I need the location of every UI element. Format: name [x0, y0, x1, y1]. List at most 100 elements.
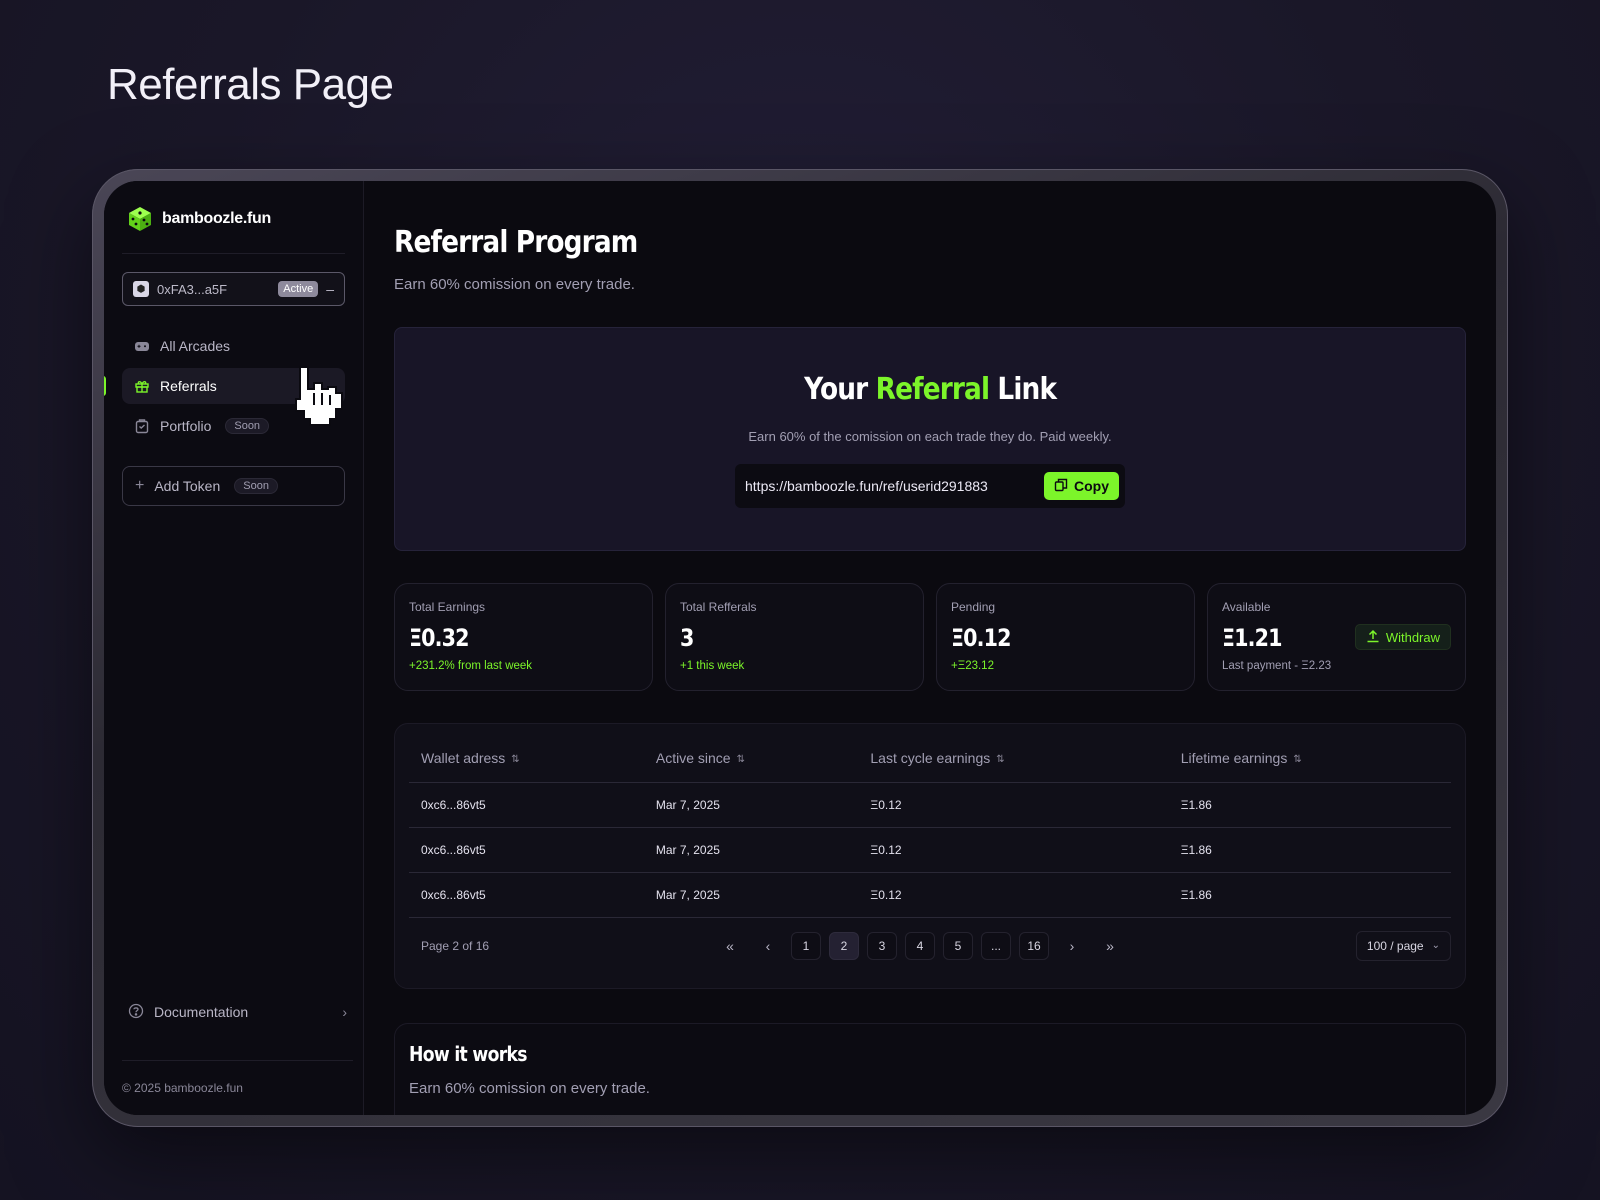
pagination-buttons: « ‹ 1 2 3 4 5 ... 16 › »	[715, 931, 1125, 960]
how-it-works-subtitle: Earn 60% comission on every trade.	[409, 1079, 650, 1097]
main-content: Referral Program Earn 60% comission on e…	[364, 181, 1496, 1115]
copy-button[interactable]: Copy	[1044, 472, 1119, 500]
table-row[interactable]: 0xc6...86vt5 Mar 7, 2025 Ξ0.12 Ξ1.86	[409, 827, 1451, 873]
sidebar-item-label: Referrals	[160, 378, 217, 394]
add-token-label: Add Token	[154, 478, 221, 494]
sort-icon[interactable]: ⇅	[1293, 754, 1301, 765]
table-cell: Ξ0.12	[858, 827, 1169, 873]
documentation-link[interactable]: Documentation ›	[122, 995, 353, 1029]
per-page-select[interactable]: 100 / page ⌄	[1355, 930, 1451, 961]
page-subtitle: Earn 60% comission on every trade.	[394, 276, 635, 293]
stat-note: +1 this week	[680, 660, 745, 672]
stat-card-total-referrals: Total Refferals 3 +1 this week	[665, 583, 924, 691]
wallet-collapse-icon[interactable]: –	[326, 281, 334, 297]
table-cell: Ξ1.86	[1168, 827, 1451, 873]
divider	[122, 253, 345, 254]
referrals-table: Wallet adress ⇅ Active since ⇅ Last cycle …	[409, 734, 1451, 918]
table-cell: 0xc6...86vt5	[409, 782, 644, 828]
documentation-label: Documentation	[154, 1004, 249, 1020]
page-button-2[interactable]: 2	[829, 931, 859, 960]
column-header-wallet[interactable]: Wallet adress ⇅	[409, 734, 644, 783]
table-cell: 0xc6...86vt5	[409, 872, 644, 918]
chevron-down-icon: ⌄	[1431, 940, 1440, 951]
stat-note: Last payment - Ξ2.23	[1222, 660, 1332, 672]
page-button-3[interactable]: 3	[867, 931, 897, 960]
referral-link-field[interactable]: https://bamboozle.fun/ref/userid291883 C…	[735, 464, 1125, 508]
referral-url: https://bamboozle.fun/ref/userid291883	[745, 478, 988, 494]
upload-icon	[1366, 629, 1380, 646]
table-cell: Ξ1.86	[1168, 782, 1451, 828]
tablet-frame: bamboozle.fun ⬢ 0xFA3...a5F Active – All…	[92, 169, 1508, 1127]
stat-card-total-earnings: Total Earnings Ξ0.32 +231.2% from last w…	[394, 583, 653, 691]
help-circle-icon	[128, 1003, 144, 1022]
column-header-lifetime[interactable]: Lifetime earnings ⇅	[1168, 734, 1451, 783]
pagination: Page 2 of 16 « ‹ 1 2 3 4 5 ... 16 › » 10…	[409, 918, 1451, 974]
page-title: Referral Program	[394, 225, 638, 260]
wallet-avatar-icon: ⬢	[133, 281, 149, 297]
table-header-row: Wallet adress ⇅ Active since ⇅ Last cycle …	[409, 734, 1451, 783]
first-page-button[interactable]: «	[715, 932, 745, 960]
table-cell: 0xc6...86vt5	[409, 827, 644, 873]
referral-card-description: Earn 60% of the comission on each trade …	[748, 429, 1112, 444]
page-button-1[interactable]: 1	[791, 931, 821, 960]
page-ellipsis[interactable]: ...	[981, 931, 1011, 960]
stat-note: +231.2% from last week	[409, 660, 533, 672]
stat-card-available: Available Ξ1.21 Last payment - Ξ2.23 Wit…	[1207, 583, 1466, 691]
app-screen: bamboozle.fun ⬢ 0xFA3...a5F Active – All…	[104, 181, 1496, 1115]
next-page-button[interactable]: ›	[1057, 932, 1087, 960]
stat-value: Ξ0.12	[951, 624, 1012, 652]
copy-icon	[1054, 478, 1068, 495]
wallet-address: 0xFA3...a5F	[157, 281, 228, 297]
table-row[interactable]: 0xc6...86vt5 Mar 7, 2025 Ξ0.12 Ξ1.86	[409, 872, 1451, 918]
chevron-right-icon: ›	[342, 1004, 347, 1020]
briefcase-icon	[134, 418, 150, 434]
table-row[interactable]: 0xc6...86vt5 Mar 7, 2025 Ξ0.12 Ξ1.86	[409, 782, 1451, 828]
stat-value: 3	[680, 624, 694, 652]
sidebar-item-label: Portfolio	[160, 418, 212, 434]
gamepad-icon	[134, 338, 150, 354]
sidebar-item-label: All Arcades	[160, 338, 231, 354]
soon-badge: Soon	[234, 478, 278, 494]
wallet-selector[interactable]: ⬢ 0xFA3...a5F Active –	[122, 272, 345, 306]
sort-icon[interactable]: ⇅	[737, 754, 745, 765]
referral-card-title: Your Referral Link	[804, 372, 1057, 407]
gift-icon	[134, 378, 150, 394]
column-header-last-cycle[interactable]: Last cycle earnings ⇅	[858, 734, 1169, 783]
table-cell: Mar 7, 2025	[643, 782, 859, 828]
copy-label: Copy	[1074, 478, 1109, 494]
sidebar-item-all-arcades[interactable]: All Arcades	[122, 328, 345, 364]
table-cell: Ξ1.86	[1168, 872, 1451, 918]
stat-value: Ξ0.32	[409, 624, 470, 652]
stat-label: Total Earnings	[409, 600, 486, 614]
referrals-table-card: Wallet adress ⇅ Active since ⇅ Last cycle …	[394, 723, 1466, 989]
page-button-16[interactable]: 16	[1019, 931, 1049, 960]
page-button-5[interactable]: 5	[943, 931, 973, 960]
how-it-works-card: How it works Earn 60% comission on every…	[394, 1022, 1466, 1115]
referral-link-card: Your Referral Link Earn 60% of the comis…	[394, 327, 1466, 551]
soon-badge: Soon	[225, 418, 270, 434]
brand[interactable]: bamboozle.fun	[122, 199, 345, 239]
column-header-active-since[interactable]: Active since ⇅	[643, 734, 859, 783]
divider	[122, 1060, 353, 1061]
sort-icon[interactable]: ⇅	[996, 754, 1004, 765]
stat-note: +Ξ23.12	[951, 660, 994, 672]
table-cell: Ξ0.12	[858, 782, 1169, 828]
page-heading: Referrals Page	[107, 60, 394, 109]
copyright: © 2025 bamboozle.fun	[122, 1081, 243, 1095]
dice-logo-icon	[129, 207, 151, 231]
sort-icon[interactable]: ⇅	[511, 754, 519, 765]
last-page-button[interactable]: »	[1095, 932, 1125, 960]
page-button-4[interactable]: 4	[905, 931, 935, 960]
withdraw-button[interactable]: Withdraw	[1354, 624, 1451, 650]
prev-page-button[interactable]: ‹	[753, 932, 783, 960]
plus-icon: +	[135, 477, 145, 494]
withdraw-label: Withdraw	[1385, 629, 1440, 645]
how-it-works-title: How it works	[409, 1041, 527, 1066]
wallet-status-badge: Active	[278, 281, 319, 297]
stats-row: Total Earnings Ξ0.32 +231.2% from last w…	[394, 583, 1466, 691]
brand-name: bamboozle.fun	[162, 210, 271, 227]
sidebar: bamboozle.fun ⬢ 0xFA3...a5F Active – All…	[104, 181, 364, 1115]
add-token-button[interactable]: + Add Token Soon	[122, 466, 345, 506]
pagination-info: Page 2 of 16	[421, 938, 490, 953]
pointer-hand-cursor-icon	[295, 366, 343, 426]
